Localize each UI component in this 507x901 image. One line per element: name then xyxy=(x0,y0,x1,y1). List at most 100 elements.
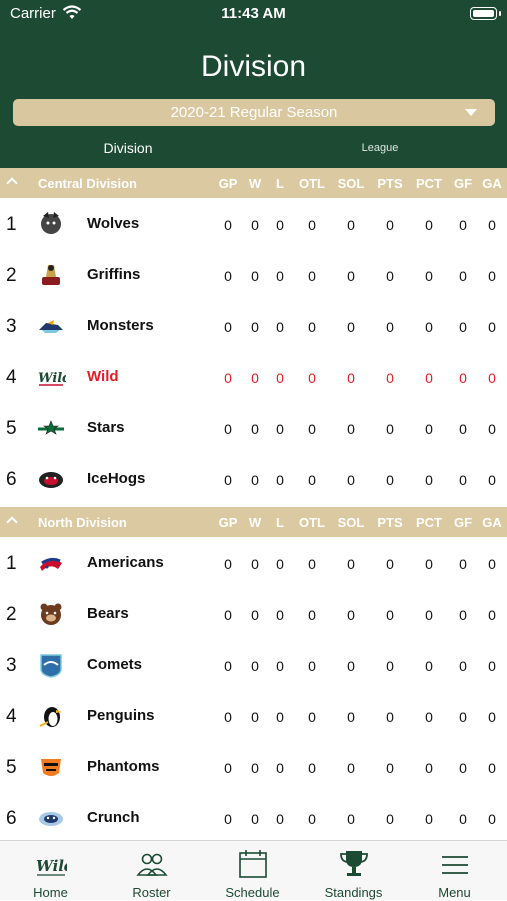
phantoms-logo xyxy=(41,759,61,776)
rank: 2 xyxy=(6,604,17,625)
wolves-logo xyxy=(41,212,61,234)
team-name: Griffins xyxy=(87,266,141,283)
tab-league[interactable]: League xyxy=(330,142,430,154)
stat-ga: 0 xyxy=(488,658,496,674)
tab-menu[interactable]: Menu xyxy=(404,841,505,901)
stat-otl: 0 xyxy=(308,709,316,725)
stat-pct: 0 xyxy=(425,607,433,623)
season-selector[interactable]: 2020-21 Regular Season xyxy=(13,99,495,126)
column-gf: GF xyxy=(453,176,473,191)
stat-w: 0 xyxy=(251,760,259,776)
griffins-logo xyxy=(42,265,60,285)
stat-otl: 0 xyxy=(308,217,316,233)
status-bar: Carrier 11:43 AM xyxy=(0,0,507,30)
stat-ga: 0 xyxy=(488,811,496,827)
column-pts: PTS xyxy=(377,515,403,530)
stat-w: 0 xyxy=(251,421,259,437)
stat-gp: 0 xyxy=(224,709,232,725)
section-header-central[interactable]: Central Division GP W L OTL SOL PTS PCT … xyxy=(0,168,507,198)
standings-row[interactable]: 2 Griffins 0 0 0 0 0 0 0 0 0 xyxy=(0,250,507,301)
rank: 4 xyxy=(6,706,17,727)
standings-row[interactable]: 6 Crunch 0 0 0 0 0 0 0 0 0 xyxy=(0,793,507,844)
standings-row[interactable]: 5 Stars 0 0 0 0 0 0 0 0 0 xyxy=(0,403,507,454)
tab-schedule[interactable]: Schedule xyxy=(202,841,303,901)
stat-l: 0 xyxy=(276,760,284,776)
column-ga: GA xyxy=(482,176,502,191)
stat-pct: 0 xyxy=(425,709,433,725)
stat-pts: 0 xyxy=(386,760,394,776)
stat-otl: 0 xyxy=(308,472,316,488)
stat-otl: 0 xyxy=(308,421,316,437)
stat-otl: 0 xyxy=(308,811,316,827)
wild-logo: Wild xyxy=(38,371,66,386)
stat-gf: 0 xyxy=(459,760,467,776)
stat-sol: 0 xyxy=(347,658,355,674)
stat-l: 0 xyxy=(276,607,284,623)
stat-sol: 0 xyxy=(347,268,355,284)
stat-pct: 0 xyxy=(425,556,433,572)
chevron-down-icon xyxy=(465,109,477,116)
standings-row[interactable]: 6 IceHogs 0 0 0 0 0 0 0 0 0 xyxy=(0,454,507,505)
stat-sol: 0 xyxy=(347,217,355,233)
stat-w: 0 xyxy=(251,268,259,284)
stat-w: 0 xyxy=(251,319,259,335)
stat-pts: 0 xyxy=(386,268,394,284)
stat-sol: 0 xyxy=(347,709,355,725)
bears-logo xyxy=(40,603,62,625)
stat-pts: 0 xyxy=(386,607,394,623)
tab-roster[interactable]: Roster xyxy=(101,841,202,901)
tab-roster-label: Roster xyxy=(132,885,171,900)
comets-logo xyxy=(40,654,62,678)
stat-l: 0 xyxy=(276,370,284,386)
column-pts: PTS xyxy=(377,176,403,191)
stat-gf: 0 xyxy=(459,319,467,335)
stat-w: 0 xyxy=(251,811,259,827)
standings-row[interactable]: 4 Penguins 0 0 0 0 0 0 0 0 0 xyxy=(0,691,507,742)
stat-gp: 0 xyxy=(224,472,232,488)
standings-row-highlighted[interactable]: 4 Wild Wild 0 0 0 0 0 0 0 0 0 xyxy=(0,352,507,403)
stat-pct: 0 xyxy=(425,370,433,386)
section-header-north[interactable]: North Division GP W L OTL SOL PTS PCT GF… xyxy=(0,507,507,537)
stat-otl: 0 xyxy=(308,268,316,284)
stat-l: 0 xyxy=(276,556,284,572)
tab-bar: Wild Home Roster Schedule Standings Menu xyxy=(0,840,507,900)
people-icon xyxy=(136,853,168,876)
stat-gp: 0 xyxy=(224,370,232,386)
column-sol: SOL xyxy=(337,515,365,530)
stat-w: 0 xyxy=(251,556,259,572)
tab-menu-label: Menu xyxy=(438,885,471,900)
standings-row[interactable]: 3 Comets 0 0 0 0 0 0 0 0 0 xyxy=(0,640,507,691)
stat-gp: 0 xyxy=(224,319,232,335)
stat-sol: 0 xyxy=(347,556,355,572)
standings-row[interactable]: 2 Bears 0 0 0 0 0 0 0 0 0 xyxy=(0,589,507,640)
standings-row[interactable]: 5 Phantoms 0 0 0 0 0 0 0 0 0 xyxy=(0,742,507,793)
tab-standings[interactable]: Standings xyxy=(303,841,404,901)
stat-w: 0 xyxy=(251,217,259,233)
stat-otl: 0 xyxy=(308,607,316,623)
standings-row[interactable]: 3 Monsters 0 0 0 0 0 0 0 0 0 xyxy=(0,301,507,352)
rank: 6 xyxy=(6,808,17,829)
crunch-logo xyxy=(39,812,63,826)
stars-logo xyxy=(38,420,64,435)
tab-home-label: Home xyxy=(33,885,68,900)
stat-gf: 0 xyxy=(459,556,467,572)
chevron-up-icon xyxy=(6,516,18,528)
stat-l: 0 xyxy=(276,217,284,233)
stat-ga: 0 xyxy=(488,421,496,437)
penguins-logo xyxy=(39,707,62,727)
standings-row[interactable]: 1 Americans 0 0 0 0 0 0 0 0 0 xyxy=(0,538,507,589)
stat-pct: 0 xyxy=(425,472,433,488)
stat-gf: 0 xyxy=(459,370,467,386)
standings-row[interactable]: 1 Wolves 0 0 0 0 0 0 0 0 0 xyxy=(0,199,507,250)
stat-ga: 0 xyxy=(488,370,496,386)
stat-l: 0 xyxy=(276,658,284,674)
rank: 4 xyxy=(6,367,17,388)
stat-gp: 0 xyxy=(224,607,232,623)
stat-gf: 0 xyxy=(459,217,467,233)
svg-text:Wild: Wild xyxy=(36,857,67,875)
stat-ga: 0 xyxy=(488,319,496,335)
tab-home[interactable]: Wild Home xyxy=(0,841,101,901)
tab-division[interactable]: Division xyxy=(78,140,178,156)
team-name: Wolves xyxy=(87,215,140,232)
stat-sol: 0 xyxy=(347,811,355,827)
